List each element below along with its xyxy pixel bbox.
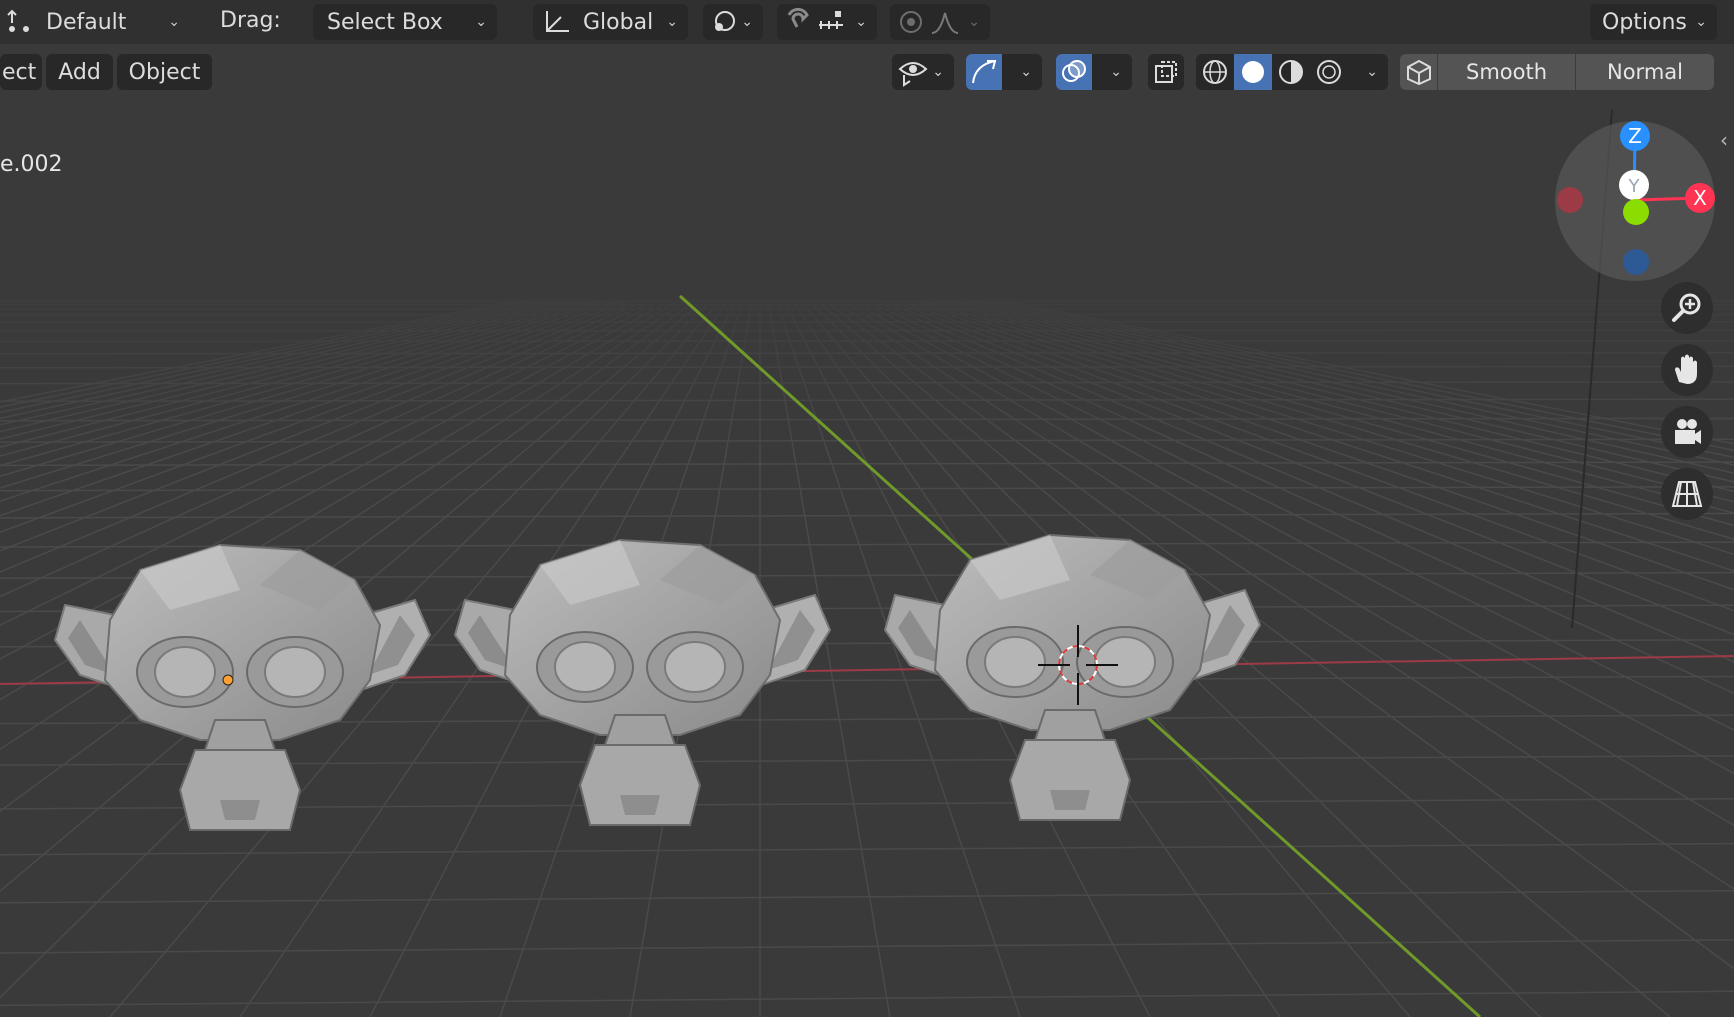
drag-select-dropdown[interactable]: Select Box ⌄ — [313, 4, 497, 40]
snap-group[interactable]: ⌄ — [777, 4, 877, 40]
link-icon — [715, 11, 735, 31]
camera-icon — [1675, 419, 1701, 444]
gizmo-toggle-group[interactable]: ⌄ — [966, 54, 1042, 90]
perspective-toggle-button[interactable] — [1661, 468, 1713, 520]
sidebar-collapse-arrow[interactable]: ‹ — [1720, 128, 1728, 152]
chevron-down-icon: ⌄ — [1110, 64, 1122, 80]
suzanne-mesh-right[interactable] — [884, 534, 1261, 821]
gizmo-x-label: X — [1693, 186, 1707, 210]
hand-pan-icon — [1675, 354, 1697, 384]
transform-pivot-dropdown[interactable]: Default ⌄ — [0, 4, 190, 40]
grid-perspective-icon — [1671, 481, 1703, 507]
gizmo-toggle-button[interactable] — [966, 54, 1002, 90]
chevron-down-icon: ⌄ — [855, 14, 867, 30]
cube-button[interactable] — [1400, 54, 1438, 90]
suzanne-mesh-middle[interactable] — [454, 539, 831, 826]
snap-increment-icon[interactable] — [815, 7, 847, 37]
chevron-down-icon: ⌄ — [475, 14, 487, 30]
drag-select-value: Select Box — [327, 9, 443, 35]
grid-line — [0, 939, 1734, 954]
rendered-shading-button[interactable] — [1310, 54, 1348, 90]
proportional-edit-group[interactable]: ⌄ — [890, 4, 990, 40]
gizmo-z-label: Z — [1628, 124, 1642, 148]
material-shading-button[interactable] — [1272, 54, 1310, 90]
transform-orientation-dropdown[interactable]: Global ⌄ — [533, 4, 688, 40]
viewport-3d[interactable] — [0, 0, 1734, 1017]
grid-line — [0, 486, 1734, 492]
viewport-header: ect Add Object ⌄ ⌄ ⌄ ⌄ Smooth Normal — [0, 50, 1734, 94]
active-object-name: e.002 — [0, 152, 63, 177]
rendered-shading-icon — [1317, 60, 1341, 84]
navigation-gizmo[interactable]: Z X Y — [1550, 116, 1720, 286]
grid-horizon-fade — [0, 260, 1734, 460]
suzanne-mesh-left[interactable] — [54, 544, 431, 831]
menu-object-label: Object — [128, 59, 201, 85]
zoom-icon — [1672, 293, 1701, 322]
falloff-curve-icon[interactable] — [928, 7, 962, 37]
orientation-value: Default — [46, 9, 127, 35]
gizmo-arrow-icon — [972, 60, 997, 84]
smooth-button[interactable]: Smooth — [1438, 54, 1576, 90]
menu-add[interactable]: Add — [46, 54, 113, 90]
cube-icon — [1406, 59, 1431, 86]
grid-line — [0, 889, 1734, 904]
visibility-eye-icon — [898, 62, 928, 87]
camera-view-button[interactable] — [1661, 406, 1713, 458]
transform-orientation-value: Global — [583, 9, 654, 35]
chevron-down-icon: ⌄ — [168, 14, 180, 30]
collapse-arrow-icon: ‹ — [1720, 128, 1728, 152]
transform-pivot-icon — [7, 9, 29, 32]
menu-select[interactable]: ect — [0, 54, 42, 90]
gizmo-neg-z[interactable] — [1623, 249, 1649, 275]
options-dropdown[interactable]: Options ⌄ — [1590, 4, 1717, 40]
chevron-down-icon: ⌄ — [1695, 14, 1707, 30]
chevron-down-icon: ⌄ — [741, 14, 753, 30]
solid-shading-icon — [1242, 61, 1264, 83]
chevron-down-icon: ⌄ — [968, 14, 980, 30]
menu-object[interactable]: Object — [117, 54, 212, 90]
snap-magnet-icon[interactable] — [781, 7, 815, 37]
drag-label: Drag: — [220, 8, 281, 33]
origin-dot[interactable] — [222, 674, 234, 686]
overlays-toggle-button[interactable] — [1056, 54, 1092, 90]
xray-icon — [1155, 61, 1177, 83]
wireframe-shading-icon — [1203, 60, 1227, 84]
visibility-dropdown[interactable]: ⌄ — [892, 54, 954, 90]
options-label: Options — [1602, 9, 1687, 35]
chevron-down-icon: ⌄ — [1366, 64, 1378, 80]
menu-add-label: Add — [58, 59, 101, 85]
zoom-button[interactable] — [1661, 282, 1713, 334]
material-shading-icon — [1279, 60, 1303, 84]
proportional-edit-icon[interactable] — [894, 7, 928, 37]
solid-shading-button[interactable] — [1234, 54, 1272, 90]
grid-line — [0, 990, 1734, 1007]
gizmo-y-label: Y — [1628, 176, 1641, 197]
gizmo-neg-x[interactable] — [1557, 187, 1583, 213]
chevron-down-icon: ⌄ — [932, 64, 944, 80]
menu-select-label: ect — [2, 59, 37, 85]
tool-settings-header: Default ⌄ Drag: Select Box ⌄ Global ⌄ ⌄ … — [0, 0, 1734, 44]
shading-mode-group[interactable]: ⌄ — [1196, 54, 1388, 90]
overlays-icon — [1062, 60, 1086, 82]
shading-options-group: Smooth Normal — [1400, 54, 1714, 90]
gizmo-y-pos[interactable] — [1623, 199, 1649, 225]
wireframe-shading-button[interactable] — [1196, 54, 1234, 90]
orientation-axes-icon — [546, 11, 569, 32]
normal-button[interactable]: Normal — [1576, 54, 1714, 90]
chevron-down-icon: ⌄ — [666, 14, 678, 30]
xray-toggle[interactable] — [1148, 54, 1184, 90]
overlays-toggle-group[interactable]: ⌄ — [1056, 54, 1132, 90]
chevron-down-icon: ⌄ — [1020, 64, 1032, 80]
pivot-link-dropdown[interactable]: ⌄ — [703, 4, 763, 40]
pan-button[interactable] — [1661, 344, 1713, 396]
